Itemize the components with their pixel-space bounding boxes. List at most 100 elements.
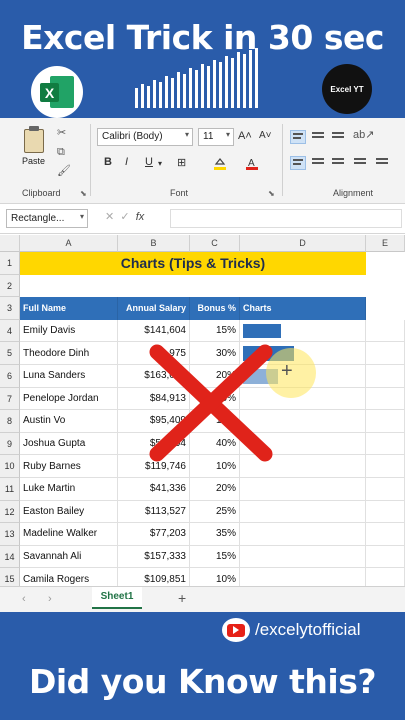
column-header-c[interactable]: C: [190, 235, 240, 252]
column-header-e[interactable]: E: [366, 235, 405, 252]
empty-cell[interactable]: [366, 319, 405, 343]
column-title-1[interactable]: Annual Salary: [118, 297, 190, 320]
row-header[interactable]: 11: [0, 478, 20, 501]
chart-cell[interactable]: [240, 500, 366, 524]
font-size-dropdown[interactable]: 11 ▾: [198, 128, 234, 146]
cancel-icon[interactable]: ✕: [105, 211, 114, 223]
italic-button[interactable]: I: [125, 156, 128, 168]
empty-cell[interactable]: [366, 432, 405, 456]
borders-icon[interactable]: ⊞: [177, 156, 186, 169]
name-cell[interactable]: Penelope Jordan: [20, 387, 118, 411]
increase-font-button[interactable]: A˄: [238, 130, 252, 142]
name-box[interactable]: Rectangle... ▾: [6, 209, 88, 228]
name-cell[interactable]: Easton Bailey: [20, 500, 118, 524]
bonus-cell[interactable]: 25%: [190, 500, 240, 524]
font-color-icon[interactable]: A: [245, 156, 259, 173]
salary-cell[interactable]: $41,336: [118, 478, 190, 501]
column-title-0[interactable]: Full Name: [20, 297, 118, 320]
empty-cell[interactable]: [366, 455, 405, 478]
name-cell[interactable]: Ruby Barnes: [20, 455, 118, 478]
empty-cell[interactable]: [366, 410, 405, 433]
row-header[interactable]: 3: [0, 297, 20, 320]
orientation-icon[interactable]: ab↗: [353, 128, 374, 141]
copy-icon[interactable]: ⧉: [57, 146, 65, 159]
row-header[interactable]: 7: [0, 387, 20, 411]
empty-cell[interactable]: [366, 545, 405, 569]
bold-button[interactable]: B: [104, 156, 112, 168]
row-header[interactable]: 13: [0, 523, 20, 546]
align-top-button[interactable]: [290, 130, 306, 144]
sheet-title[interactable]: Charts (Tips & Tricks): [20, 252, 366, 275]
sheet-tab-sheet1[interactable]: Sheet1: [92, 587, 142, 609]
clipboard-launcher-icon[interactable]: ⬊: [80, 189, 87, 198]
add-sheet-button[interactable]: +: [178, 590, 186, 606]
format-painter-icon[interactable]: 🖌: [57, 164, 71, 177]
crosshair-cursor-icon: +: [281, 360, 293, 382]
empty-cell[interactable]: [366, 478, 405, 501]
align-right-button[interactable]: [330, 156, 346, 170]
row-header[interactable]: 1: [0, 252, 20, 275]
decrease-font-button[interactable]: A˅: [259, 130, 272, 141]
column-title-3[interactable]: Charts: [240, 297, 366, 320]
fill-color-icon[interactable]: [213, 156, 227, 173]
select-all-corner[interactable]: [0, 235, 20, 252]
align-bottom-button[interactable]: [330, 130, 346, 144]
empty-cell[interactable]: [366, 365, 405, 388]
paste-button[interactable]: Paste: [22, 156, 45, 166]
column-header-d[interactable]: D: [240, 235, 366, 252]
align-left-button[interactable]: [290, 156, 306, 170]
row-header[interactable]: 6: [0, 365, 20, 388]
column-title-2[interactable]: Bonus %: [190, 297, 240, 320]
empty-cell[interactable]: [366, 387, 405, 411]
chevron-down-icon[interactable]: ▾: [158, 159, 162, 168]
underline-button[interactable]: U: [145, 156, 153, 168]
bonus-cell[interactable]: 35%: [190, 523, 240, 546]
empty-cell[interactable]: [366, 342, 405, 365]
empty-cell[interactable]: [366, 500, 405, 524]
name-cell[interactable]: Austin Vo: [20, 410, 118, 433]
youtube-handle: /excelytofficial: [255, 620, 361, 639]
row-header[interactable]: 4: [0, 319, 20, 343]
name-cell[interactable]: Savannah Ali: [20, 545, 118, 569]
increase-indent-button[interactable]: [374, 156, 390, 170]
enter-icon[interactable]: ✓: [120, 211, 129, 223]
bonus-cell[interactable]: 15%: [190, 545, 240, 569]
name-cell[interactable]: Emily Davis: [20, 319, 118, 343]
bonus-cell[interactable]: 15%: [190, 319, 240, 343]
row-header[interactable]: 10: [0, 455, 20, 478]
empty-cell[interactable]: [366, 523, 405, 546]
row-header[interactable]: 14: [0, 545, 20, 569]
font-name-dropdown[interactable]: Calibri (Body) ▾: [97, 128, 193, 146]
chart-cell[interactable]: [240, 545, 366, 569]
salary-cell[interactable]: $141,604: [118, 319, 190, 343]
salary-cell[interactable]: $157,333: [118, 545, 190, 569]
salary-cell[interactable]: $77,203: [118, 523, 190, 546]
name-cell[interactable]: Luna Sanders: [20, 365, 118, 388]
scroll-left-icon[interactable]: ‹: [22, 593, 26, 605]
chart-cell[interactable]: [240, 523, 366, 546]
paste-icon[interactable]: [22, 126, 48, 154]
chart-cell[interactable]: [240, 478, 366, 501]
name-cell[interactable]: Madeline Walker: [20, 523, 118, 546]
column-header-b[interactable]: B: [118, 235, 190, 252]
decrease-indent-button[interactable]: [352, 156, 368, 170]
align-middle-button[interactable]: [310, 130, 326, 144]
row-header[interactable]: 9: [0, 432, 20, 456]
column-header-a[interactable]: A: [20, 235, 118, 252]
salary-cell[interactable]: $113,527: [118, 500, 190, 524]
font-launcher-icon[interactable]: ⬊: [268, 189, 275, 198]
formula-input[interactable]: [170, 209, 402, 228]
name-cell[interactable]: Joshua Gupta: [20, 432, 118, 456]
scroll-right-icon[interactable]: ›: [48, 593, 52, 605]
excel-window: Paste ✂ ⧉ 🖌 Clipboard ⬊ Calibri (Body) ▾ …: [0, 118, 405, 612]
bonus-cell[interactable]: 20%: [190, 478, 240, 501]
align-center-button[interactable]: [310, 156, 326, 170]
name-cell[interactable]: Luke Martin: [20, 478, 118, 501]
row-header[interactable]: 12: [0, 500, 20, 524]
row-header[interactable]: 8: [0, 410, 20, 433]
name-cell[interactable]: Theodore Dinh: [20, 342, 118, 365]
cut-icon[interactable]: ✂: [57, 126, 66, 139]
row-header[interactable]: 2: [0, 274, 20, 298]
function-icon[interactable]: fx: [136, 211, 145, 223]
row-header[interactable]: 5: [0, 342, 20, 365]
